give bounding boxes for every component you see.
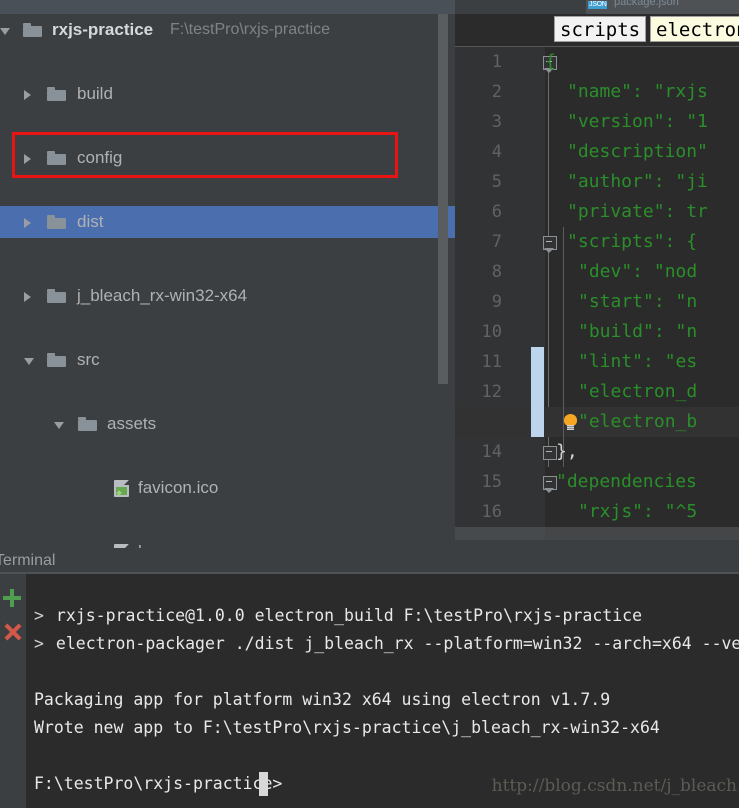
line-number: 3 — [491, 112, 502, 132]
breadcrumb-item-scripts[interactable]: scripts — [554, 16, 647, 42]
code-line: "version": "1 — [567, 111, 708, 132]
line-number: 1 — [491, 52, 502, 72]
line-number: 15 — [481, 472, 502, 492]
code-line: "lint": "es — [578, 351, 698, 372]
editor-code-area[interactable]: { "name": "rxjs "version": "1 "descripti… — [545, 47, 739, 548]
tree-item-label: logo.png — [138, 536, 203, 548]
tree-row-config[interactable]: config — [0, 142, 455, 174]
code-line: "scripts": { — [567, 231, 698, 252]
folder-icon — [47, 353, 66, 367]
code-line: "private": tr — [567, 201, 708, 222]
folder-icon — [47, 289, 66, 303]
chevron-down-icon[interactable] — [24, 358, 34, 365]
image-file-icon — [114, 480, 129, 497]
code-editor-panel[interactable]: scripts electron 1 2 3 4 5 6 7 8 9 10 11… — [455, 14, 739, 548]
tree-row-dist[interactable]: dist — [0, 206, 455, 238]
project-tree-panel[interactable]: rxjs-practice F:\testPro\rxjs-practice b… — [0, 14, 455, 548]
tab-strip: JSON package.json JS + — [455, 0, 739, 16]
terminal-side-toolbar[interactable] — [0, 574, 26, 808]
folder-icon — [78, 417, 97, 431]
tree-item-label: assets — [107, 414, 157, 433]
editor-fold-column[interactable] — [510, 47, 557, 548]
tree-item-label: dist — [77, 212, 104, 231]
tree-row-assets[interactable]: assets — [0, 408, 455, 440]
terminal-line: > — [34, 606, 44, 625]
code-line: "name": "rxjs — [567, 81, 708, 102]
line-number: 2 — [491, 82, 502, 102]
folder-icon — [23, 23, 42, 37]
chevron-right-icon[interactable] — [24, 154, 31, 164]
tree-item-label: build — [77, 84, 113, 103]
chevron-down-icon[interactable] — [54, 422, 64, 429]
toolbar-strip — [0, 0, 455, 14]
plus-icon[interactable] — [2, 588, 22, 608]
code-line: "start": "n — [578, 291, 698, 312]
tree-item-label: src — [77, 350, 100, 369]
line-number: 10 — [481, 322, 502, 342]
editor-tab-bar: JSON package.json JS + — [0, 0, 739, 16]
chevron-right-icon[interactable] — [24, 292, 31, 302]
terminal-tab-bar[interactable]: Terminal — [0, 548, 739, 574]
watermark-text: http://blog.csdn.net/j_bleach — [491, 776, 737, 796]
chevron-right-icon[interactable] — [24, 90, 31, 100]
editor-bottom-edge — [455, 540, 739, 548]
code-line: "description" — [567, 141, 708, 162]
tab-package-json-label: package.json — [614, 0, 679, 8]
code-line: "electron_d — [578, 381, 698, 402]
ide-window: JSON package.json JS + rxjs-practice F:\… — [0, 0, 739, 808]
terminal-output[interactable]: > rxjs-practice@1.0.0 electron_build F:\… — [26, 574, 739, 808]
line-number: 16 — [481, 502, 502, 522]
close-icon[interactable] — [2, 622, 22, 642]
line-number: 6 — [491, 202, 502, 222]
code-line: "electron_b — [578, 411, 698, 432]
breadcrumb: scripts electron — [455, 14, 739, 47]
line-number: 9 — [491, 292, 502, 312]
line-number: 14 — [481, 442, 502, 462]
terminal-cursor — [259, 772, 268, 796]
tree-item-label: j_bleach_rx-win32-x64 — [77, 286, 248, 305]
line-number: 5 — [491, 172, 502, 192]
chevron-right-icon[interactable] — [24, 218, 31, 228]
code-line: "build": "n — [578, 321, 698, 342]
terminal-tab-label[interactable]: Terminal — [0, 548, 55, 574]
change-marker-bar — [531, 347, 544, 437]
indent-guide — [563, 227, 564, 467]
project-tree-scrollbar[interactable] — [438, 14, 448, 384]
tree-row-logo-png[interactable]: logo.png — [0, 536, 455, 548]
tree-item-label: favicon.ico — [138, 478, 219, 497]
line-number: 8 — [491, 262, 502, 282]
breadcrumb-item-electron[interactable]: electron — [650, 16, 739, 42]
chevron-down-icon[interactable] — [0, 28, 10, 35]
tree-row-j-bleach-rx-win32-x64[interactable]: j_bleach_rx-win32-x64 — [0, 280, 455, 312]
terminal-line: > — [34, 634, 44, 653]
project-root-label: rxjs-practice — [52, 20, 154, 39]
tree-item-label: config — [77, 148, 123, 167]
line-number: 4 — [491, 142, 502, 162]
folder-icon — [47, 151, 66, 165]
code-line: "rxjs": "^5 — [578, 501, 698, 522]
code-line: "author": "ji — [567, 171, 708, 192]
folder-icon — [47, 87, 66, 101]
line-number: 7 — [491, 232, 502, 252]
code-line: "dependencies — [556, 471, 697, 492]
terminal-line: rxjs-practice@1.0.0 electron_build F:\te… — [46, 606, 643, 625]
terminal-line: electron-packager ./dist j_bleach_rx --p… — [55, 634, 739, 653]
terminal-line: Packaging app for platform win32 x64 usi… — [34, 690, 611, 709]
project-root-path: F:\testPro\rxjs-practice — [170, 21, 331, 38]
line-number: 11 — [481, 352, 502, 372]
folder-icon — [47, 215, 66, 229]
line-number: 12 — [481, 382, 502, 402]
tree-row-favicon-ico[interactable]: favicon.ico — [0, 472, 455, 504]
tree-row-root[interactable]: rxjs-practice F:\testPro\rxjs-practice — [0, 14, 455, 46]
code-line: "dev": "nod — [578, 261, 698, 282]
terminal-prompt-line: F:\testPro\rxjs-practice> — [34, 774, 283, 793]
tree-row-src[interactable]: src — [0, 344, 455, 376]
code-line: { — [545, 51, 556, 72]
tree-row-build[interactable]: build — [0, 78, 455, 110]
editor-gutter: 1 2 3 4 5 6 7 8 9 10 11 12 13 14 15 16 — [455, 47, 510, 548]
code-line: }, — [556, 441, 578, 462]
json-badge-icon: JSON — [588, 1, 608, 9]
terminal-line: Wrote new app to F:\testPro\rxjs-practic… — [34, 718, 660, 737]
